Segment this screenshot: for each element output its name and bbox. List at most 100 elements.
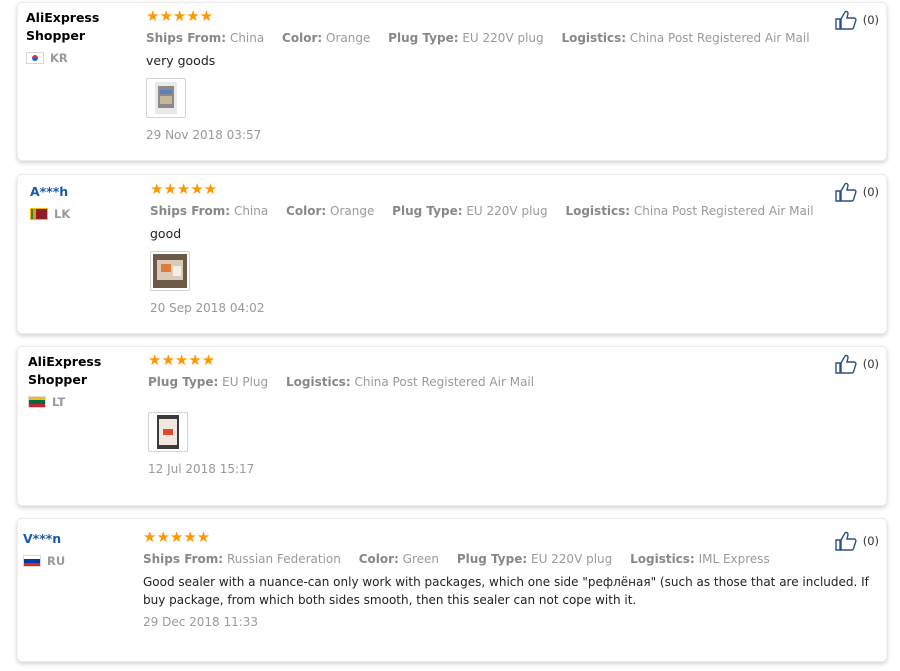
country-code: KR (50, 51, 68, 65)
attribute-label: Plug Type: (392, 204, 463, 218)
review-text: very goods (146, 53, 216, 68)
attribute-label: Plug Type: (148, 375, 219, 389)
attribute-label: Plug Type: (388, 31, 459, 45)
attribute-value: China Post Registered Air Mail (354, 375, 535, 389)
attribute: Logistics: China Post Registered Air Mai… (286, 375, 534, 389)
attribute-value: China Post Registered Air Mail (633, 204, 814, 218)
attribute-label: Ships From: (146, 31, 227, 45)
reviewer-name[interactable]: V***n (23, 530, 133, 548)
attribute: Plug Type: EU 220V plug (392, 204, 547, 218)
attribute-label: Logistics: (561, 31, 627, 45)
thumbs-up-icon (835, 354, 857, 374)
reviewer-name: AliExpress Shopper (26, 10, 100, 43)
helpful-count: (0) (862, 534, 879, 548)
attribute-value: EU Plug (222, 375, 269, 389)
attribute-value: China Post Registered Air Mail (629, 31, 810, 45)
reviewer-info: AliExpress Shopper KR (26, 9, 136, 65)
attribute: Color: Orange (286, 204, 374, 218)
reviewer-info: AliExpress Shopper LT (28, 353, 138, 409)
review-date: 20 Sep 2018 04:02 (150, 301, 265, 315)
helpful-button[interactable]: (0) (835, 354, 879, 374)
attribute-label: Color: (286, 204, 327, 218)
order-attributes: Ships From: China Color: Orange Plug Typ… (146, 30, 876, 46)
star-rating: ★★★★★ (150, 180, 218, 198)
flag-icon (28, 396, 46, 408)
reviewer-country: LK (30, 207, 140, 221)
review-content: ★★★★★ Ships From: China Color: Orange Pl… (150, 179, 876, 315)
attribute-value: Orange (326, 31, 371, 45)
flag-icon (30, 208, 48, 220)
attribute: Ships From: Russian Federation (143, 552, 341, 566)
country-code: RU (47, 554, 66, 568)
attribute: Plug Type: EU Plug (148, 375, 268, 389)
thumbs-up-icon (835, 182, 857, 202)
review-text: Good sealer with a nuance-can only work … (143, 575, 869, 607)
review-text: good (150, 226, 182, 241)
attribute-label: Logistics: (630, 552, 695, 566)
attribute-label: Ships From: (150, 204, 231, 218)
attribute-value: EU 220V plug (530, 552, 613, 566)
helpful-button[interactable]: (0) (835, 531, 879, 551)
review-content: ★★★★★ Ships From: Russian Federation Col… (143, 527, 874, 629)
review-card: AliExpress Shopper KR ★★★★★ Ships From: … (17, 2, 887, 161)
attribute-value: EU 220V plug (466, 204, 548, 218)
attribute-value: China (233, 204, 269, 218)
reviewer-country: KR (26, 51, 136, 65)
reviewer-name: AliExpress Shopper (28, 354, 102, 387)
review-photo-thumbnail[interactable] (150, 251, 190, 291)
attribute-value: Russian Federation (226, 552, 341, 566)
flag-icon (23, 555, 41, 567)
helpful-button[interactable]: (0) (835, 182, 879, 202)
review-date: 29 Dec 2018 11:33 (143, 615, 259, 629)
photo-image (157, 415, 179, 449)
review-date: 29 Nov 2018 03:57 (146, 128, 262, 142)
helpful-count: (0) (862, 357, 879, 371)
review-card: A***h LK ★★★★★ Ships From: China Color: … (17, 174, 887, 334)
flag-icon (26, 52, 44, 64)
star-rating: ★★★★★ (146, 7, 214, 25)
thumbs-up-icon (835, 531, 857, 551)
attribute: Logistics: China Post Registered Air Mai… (565, 204, 813, 218)
attribute-label: Color: (358, 552, 399, 566)
attribute: Ships From: China (150, 204, 268, 218)
star-rating: ★★★★★ (143, 528, 211, 546)
thumbs-up-icon (835, 10, 857, 30)
helpful-count: (0) (862, 13, 879, 27)
review-photo-thumbnail[interactable] (146, 78, 186, 118)
reviewer-info: V***n RU (23, 530, 133, 568)
attribute-value: IML Express (698, 552, 770, 566)
reviewer-country: RU (23, 554, 133, 568)
attribute: Color: Orange (282, 31, 370, 45)
attribute: Logistics: China Post Registered Air Mai… (561, 31, 809, 45)
attribute: Plug Type: EU 220V plug (388, 31, 543, 45)
review-content: ★★★★★ Plug Type: EU Plug Logistics: Chin… (148, 350, 876, 476)
review-photo-thumbnail[interactable] (148, 412, 188, 452)
star-rating: ★★★★★ (148, 351, 216, 369)
order-attributes: Plug Type: EU Plug Logistics: China Post… (148, 374, 876, 390)
review-card: AliExpress Shopper LT ★★★★★ Plug Type: E… (17, 346, 887, 506)
order-attributes: Ships From: Russian Federation Color: Gr… (143, 551, 874, 567)
attribute-value: Orange (330, 204, 375, 218)
review-date: 12 Jul 2018 15:17 (148, 462, 255, 476)
reviewer-country: LT (28, 395, 138, 409)
helpful-count: (0) (862, 185, 879, 199)
attribute-label: Plug Type: (456, 552, 528, 566)
photo-image (155, 82, 177, 114)
attribute: Color: Green (359, 552, 439, 566)
reviewer-name[interactable]: A***h (30, 183, 140, 201)
review-content: ★★★★★ Ships From: China Color: Orange Pl… (146, 6, 876, 142)
attribute-label: Logistics: (565, 204, 631, 218)
attribute-value: China (229, 31, 265, 45)
review-card: V***n RU ★★★★★ Ships From: Russian Feder… (17, 518, 887, 662)
review-text (148, 396, 876, 400)
attribute-value: Green (402, 552, 439, 566)
attribute-label: Ships From: (143, 552, 224, 566)
country-code: LK (54, 207, 71, 221)
attribute: Logistics: IML Express (630, 552, 770, 566)
helpful-button[interactable]: (0) (835, 10, 879, 30)
attribute: Ships From: China (146, 31, 264, 45)
photo-image (153, 254, 187, 288)
order-attributes: Ships From: China Color: Orange Plug Typ… (150, 203, 876, 219)
reviewer-info: A***h LK (30, 183, 140, 221)
attribute-label: Logistics: (285, 375, 351, 389)
